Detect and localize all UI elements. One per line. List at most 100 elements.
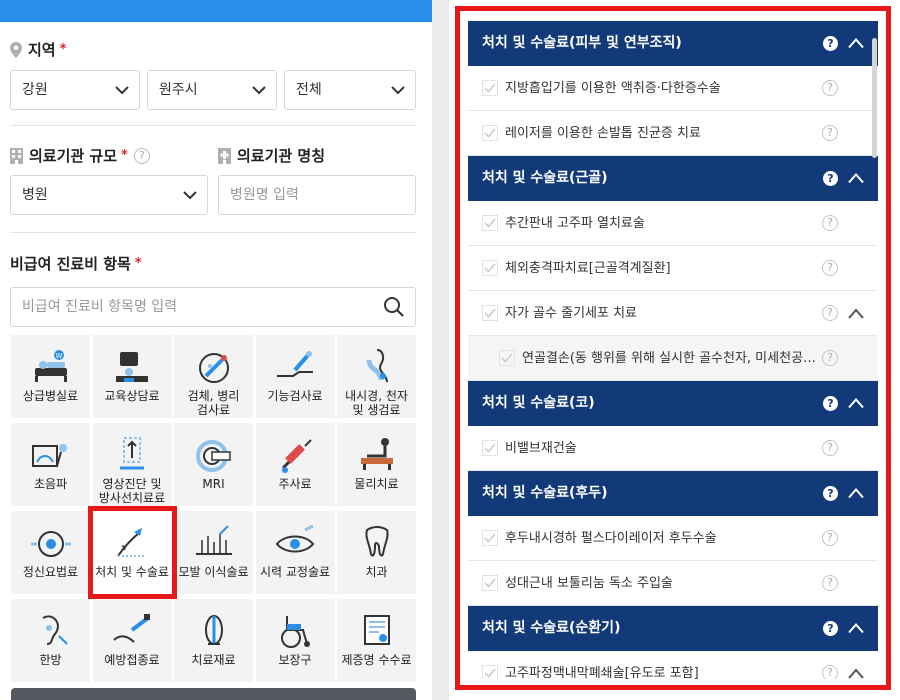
item-search-input[interactable]: 비급여 진료비 항목명 입력 — [10, 287, 416, 327]
help-icon[interactable]: ? — [822, 215, 838, 231]
procedure-item[interactable]: 레이저를 이용한 손발톱 진균증 치료? — [468, 111, 878, 156]
help-icon[interactable]: ? — [822, 440, 838, 456]
search-button[interactable] — [11, 688, 416, 700]
category-tile-treatment-material[interactable]: 치료재료 — [174, 599, 253, 682]
category-tile-wheelchair[interactable]: 보장구 — [255, 599, 335, 682]
procedure-group-header[interactable]: 처치 및 수술료(피부 및 연부조직)? — [468, 21, 878, 66]
chevron-up-icon[interactable] — [848, 397, 864, 409]
category-tile-ultrasound[interactable]: 초음파 — [11, 423, 90, 506]
chevron-up-icon[interactable] — [848, 308, 864, 319]
help-icon[interactable]: ? — [822, 350, 838, 366]
category-label: 처치 및 수술료 — [95, 565, 169, 579]
help-icon[interactable]: ? — [823, 396, 838, 411]
search-icon[interactable] — [383, 296, 405, 318]
category-tile-function-test[interactable]: 기능검사료 — [255, 335, 335, 418]
top-banner — [0, 0, 432, 22]
city-select[interactable]: 원주시 — [147, 70, 277, 110]
help-icon[interactable]: ? — [822, 575, 838, 591]
category-label: 초음파 — [33, 477, 68, 491]
category-tile-hair-transplant[interactable]: 모발 이식술료 — [174, 511, 253, 594]
help-icon[interactable]: ? — [822, 80, 838, 96]
chevron-up-icon[interactable] — [848, 37, 864, 49]
category-tile-physical-therapy[interactable]: 물리치료 — [337, 423, 416, 506]
checkbox-icon[interactable] — [499, 350, 515, 366]
divider — [10, 125, 416, 126]
category-label: 치과 — [365, 565, 388, 579]
procedure-item[interactable]: 비밸브재건술? — [468, 426, 878, 471]
chevron-up-icon[interactable] — [848, 668, 864, 679]
procedure-item[interactable]: 지방흡입기를 이용한 액취증·다한증수술? — [468, 66, 878, 111]
district-value: 전체 — [296, 82, 322, 98]
help-icon[interactable]: ? — [823, 621, 838, 636]
help-icon[interactable]: ? — [133, 147, 150, 164]
procedure-subitem[interactable]: 연골결손(동 행위를 위해 실시한 골수천자, 미세천공술 등 포함)? — [468, 336, 878, 381]
category-tile-pathology-test[interactable]: 검체, 병리 검사료 — [174, 335, 253, 418]
checkbox-icon[interactable] — [482, 125, 498, 141]
checkbox-icon[interactable] — [482, 305, 498, 321]
checkbox-icon[interactable] — [482, 260, 498, 276]
checkbox-icon[interactable] — [482, 80, 498, 96]
facility-scale-select[interactable]: 병원 — [10, 175, 208, 215]
checkbox-icon[interactable] — [482, 665, 498, 679]
procedure-item-label: 연골결손(동 행위를 위해 실시한 골수천자, 미세천공술 등 포함) — [522, 351, 822, 366]
category-tile-certificate[interactable]: 제증명 수수료 — [337, 599, 416, 682]
procedure-item[interactable]: 성대근내 보툴리눔 독소 주입술? — [468, 561, 878, 606]
category-tile-consultation[interactable]: 교육상담료 — [92, 335, 172, 418]
help-icon[interactable]: ? — [823, 36, 838, 51]
category-tile-psychotherapy[interactable]: 정신요법료 — [11, 511, 90, 594]
radiology-icon — [120, 437, 144, 470]
category-tile-hospital-bed[interactable]: W 상급병실료 — [11, 335, 90, 418]
chevron-up-icon[interactable] — [848, 487, 864, 499]
help-icon[interactable]: ? — [822, 260, 838, 276]
help-icon[interactable]: ? — [822, 305, 838, 321]
procedure-item[interactable]: 추간판내 고주파 열치료술? — [468, 201, 878, 246]
checkbox-icon[interactable] — [482, 575, 498, 591]
procedure-item[interactable]: 자가 골수 줄기세포 치료? — [468, 291, 878, 336]
category-tile-syringe[interactable]: 주사료 — [255, 423, 335, 506]
district-select[interactable]: 전체 — [284, 70, 416, 110]
procedure-group-header[interactable]: 처치 및 수술료(순환기)? — [468, 606, 878, 651]
mri-icon — [195, 440, 231, 472]
procedure-group-header[interactable]: 처치 및 수술료(후두)? — [468, 471, 878, 516]
procedure-item-label: 레이저를 이용한 손발톱 진균증 치료 — [505, 126, 701, 141]
chevron-up-icon[interactable] — [848, 622, 864, 634]
category-label: 정신요법료 — [22, 565, 79, 579]
category-tile-radiology[interactable]: 영상진단 및 방사선치료료 — [92, 423, 172, 506]
help-icon[interactable]: ? — [823, 486, 838, 501]
checkbox-icon[interactable] — [482, 440, 498, 456]
procedure-list-panel: 처치 및 수술료(피부 및 연부조직)? 지방흡입기를 이용한 액취증·다한증수술… — [449, 0, 900, 700]
treatment-material-icon — [204, 615, 223, 645]
help-icon[interactable]: ? — [822, 125, 838, 141]
category-tile-eye-correction[interactable]: 시력 교정술료 — [255, 511, 335, 594]
category-tile-vaccination[interactable]: 예방접종료 — [92, 599, 172, 682]
checkbox-icon[interactable] — [482, 530, 498, 546]
scrollbar-thumb[interactable] — [872, 38, 877, 158]
procedure-item[interactable]: 체외충격파치료[근골격계질환]? — [468, 246, 878, 291]
procedure-item[interactable]: 고주파정맥내막폐쇄술[유도로 포함]? — [468, 651, 878, 679]
procedure-item[interactable]: 후두내시경하 펄스다이레이저 후두수술? — [468, 516, 878, 561]
procedure-item-label: 자가 골수 줄기세포 치료 — [505, 306, 637, 321]
category-tile-endoscopy[interactable]: 내시경, 천자 및 생검료 — [337, 335, 416, 418]
category-tile-oriental-medicine[interactable]: 한방 — [11, 599, 90, 682]
chevron-up-icon[interactable] — [848, 172, 864, 184]
help-icon[interactable]: ? — [822, 530, 838, 546]
checkbox-icon[interactable] — [482, 215, 498, 231]
category-label: 치료재료 — [191, 653, 236, 667]
procedure-group-header[interactable]: 처치 및 수술료(코)? — [468, 381, 878, 426]
category-tile-mri[interactable]: MRI — [174, 423, 253, 506]
help-icon[interactable]: ? — [823, 171, 838, 186]
category-label: 교육상담료 — [104, 389, 160, 403]
category-label: 기능검사료 — [267, 389, 323, 403]
facility-name-placeholder: 병원명 입력 — [230, 187, 299, 203]
procedure-group-title: 처치 및 수술료(근골) — [482, 170, 608, 186]
procedure-group-title: 처치 및 수술료(순환기) — [482, 620, 621, 636]
category-tile-tooth[interactable]: 치과 — [337, 511, 416, 594]
help-icon[interactable]: ? — [822, 665, 838, 679]
facility-scale-value: 병원 — [22, 187, 48, 203]
required-mark: * — [59, 42, 67, 57]
facility-name-input[interactable]: 병원명 입력 — [218, 175, 416, 215]
province-select[interactable]: 강원 — [10, 70, 140, 110]
category-label: 영상진단 및 방사선치료료 — [98, 477, 166, 505]
procedure-group-header[interactable]: 처치 및 수술료(근골)? — [468, 156, 878, 201]
category-tile-surgery-scalpel[interactable]: 처치 및 수술료 — [87, 506, 177, 599]
